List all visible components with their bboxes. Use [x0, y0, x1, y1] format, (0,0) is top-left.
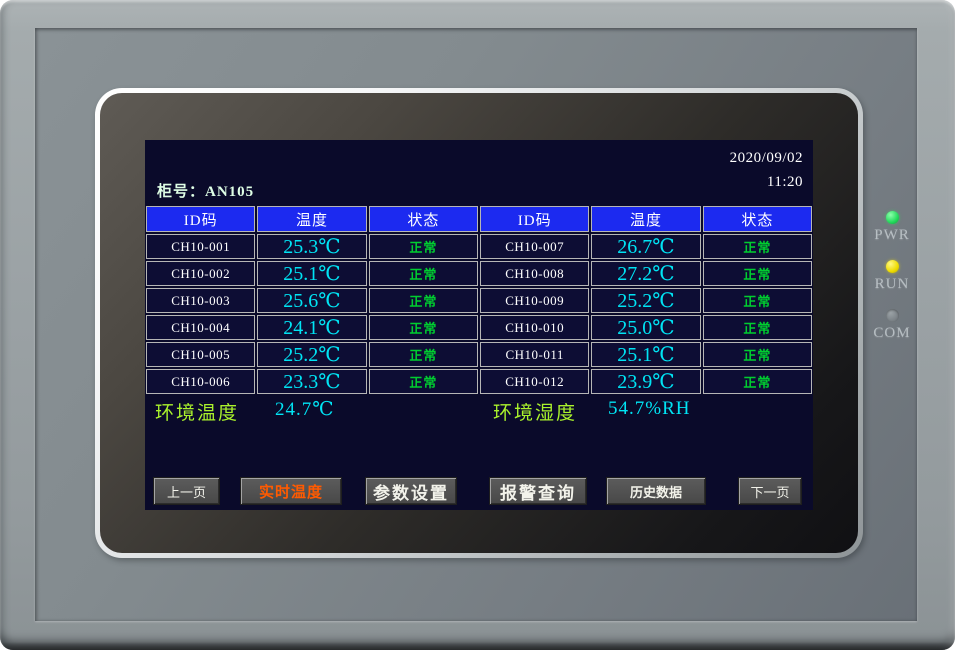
- pwr-led-icon: [886, 211, 899, 224]
- ambient-temp-value: 24.7℃: [275, 398, 335, 421]
- channel-id-cell: CH10-011: [480, 342, 589, 367]
- column-header: 温度: [591, 206, 700, 232]
- screen: 2020/09/02 11:20 柜号：AN105 ID码温度状态ID码温度状态…: [145, 140, 813, 510]
- run-led-group: RUN: [862, 260, 922, 293]
- screen-bezel: 2020/09/02 11:20 柜号：AN105 ID码温度状态ID码温度状态…: [95, 88, 863, 558]
- channel-id-cell: CH10-005: [146, 342, 255, 367]
- temperature-cell: 24.1℃: [257, 315, 366, 340]
- channel-id-cell: CH10-012: [480, 369, 589, 394]
- status-led-column: PWR RUN COM: [862, 211, 922, 358]
- status-cell: 正常: [369, 315, 478, 340]
- datetime-block: 2020/09/02 11:20: [730, 146, 803, 194]
- status-cell: 正常: [703, 288, 812, 313]
- status-cell: 正常: [703, 234, 812, 259]
- status-cell: 正常: [369, 234, 478, 259]
- next-page-button[interactable]: 下一页: [738, 477, 802, 505]
- channel-id-cell: CH10-010: [480, 315, 589, 340]
- status-cell: 正常: [369, 261, 478, 286]
- channel-table: ID码温度状态ID码温度状态CH10-00125.3℃正常CH10-00726.…: [146, 206, 812, 394]
- channel-id-cell: CH10-007: [480, 234, 589, 259]
- ambient-temp-label: 环境温度: [155, 398, 239, 425]
- temperature-cell: 25.6℃: [257, 288, 366, 313]
- hmi-device-frame: 2020/09/02 11:20 柜号：AN105 ID码温度状态ID码温度状态…: [0, 0, 955, 650]
- run-led-icon: [886, 260, 899, 273]
- status-cell: 正常: [369, 342, 478, 367]
- com-led-icon: [886, 309, 899, 322]
- column-header: 状态: [703, 206, 812, 232]
- status-cell: 正常: [703, 342, 812, 367]
- status-cell: 正常: [703, 369, 812, 394]
- channel-id-cell: CH10-004: [146, 315, 255, 340]
- temperature-cell: 25.3℃: [257, 234, 366, 259]
- pwr-led-group: PWR: [862, 211, 922, 244]
- channel-id-cell: CH10-002: [146, 261, 255, 286]
- run-led-label: RUN: [862, 276, 922, 293]
- status-cell: 正常: [369, 288, 478, 313]
- channel-id-cell: CH10-006: [146, 369, 255, 394]
- nav-button-row: 上一页 实时温度 参数设置 报警查询 历史数据 下一页: [145, 477, 813, 505]
- status-cell: 正常: [703, 315, 812, 340]
- column-header: ID码: [146, 206, 255, 232]
- ambient-humidity-value: 54.7%RH: [608, 398, 690, 420]
- temperature-cell: 23.3℃: [257, 369, 366, 394]
- ambient-readouts: 环境温度 24.7℃ 环境湿度 54.7%RH: [145, 398, 813, 424]
- time-text: 11:20: [730, 170, 803, 194]
- com-led-label: COM: [862, 325, 922, 342]
- history-data-button[interactable]: 历史数据: [606, 477, 706, 505]
- screen-bezel-inner: 2020/09/02 11:20 柜号：AN105 ID码温度状态ID码温度状态…: [100, 93, 858, 553]
- date-text: 2020/09/02: [730, 146, 803, 170]
- channel-id-cell: CH10-008: [480, 261, 589, 286]
- temperature-cell: 23.9℃: [591, 369, 700, 394]
- pwr-led-label: PWR: [862, 227, 922, 244]
- realtime-temp-button[interactable]: 实时温度: [240, 477, 342, 505]
- panel-face: 2020/09/02 11:20 柜号：AN105 ID码温度状态ID码温度状态…: [35, 28, 917, 621]
- cabinet-label: 柜号：AN105: [157, 180, 254, 201]
- temperature-cell: 26.7℃: [591, 234, 700, 259]
- prev-page-button[interactable]: 上一页: [153, 477, 220, 505]
- temperature-cell: 27.2℃: [591, 261, 700, 286]
- column-header: 温度: [257, 206, 366, 232]
- temperature-cell: 25.2℃: [591, 288, 700, 313]
- channel-id-cell: CH10-003: [146, 288, 255, 313]
- temperature-cell: 25.1℃: [257, 261, 366, 286]
- status-cell: 正常: [369, 369, 478, 394]
- temperature-cell: 25.0℃: [591, 315, 700, 340]
- param-settings-button[interactable]: 参数设置: [365, 477, 457, 505]
- temperature-cell: 25.1℃: [591, 342, 700, 367]
- column-header: 状态: [369, 206, 478, 232]
- ambient-humidity-label: 环境湿度: [493, 398, 577, 425]
- alarm-query-button[interactable]: 报警查询: [489, 477, 587, 505]
- channel-id-cell: CH10-009: [480, 288, 589, 313]
- channel-id-cell: CH10-001: [146, 234, 255, 259]
- column-header: ID码: [480, 206, 589, 232]
- temperature-cell: 25.2℃: [257, 342, 366, 367]
- com-led-group: COM: [862, 309, 922, 342]
- status-cell: 正常: [703, 261, 812, 286]
